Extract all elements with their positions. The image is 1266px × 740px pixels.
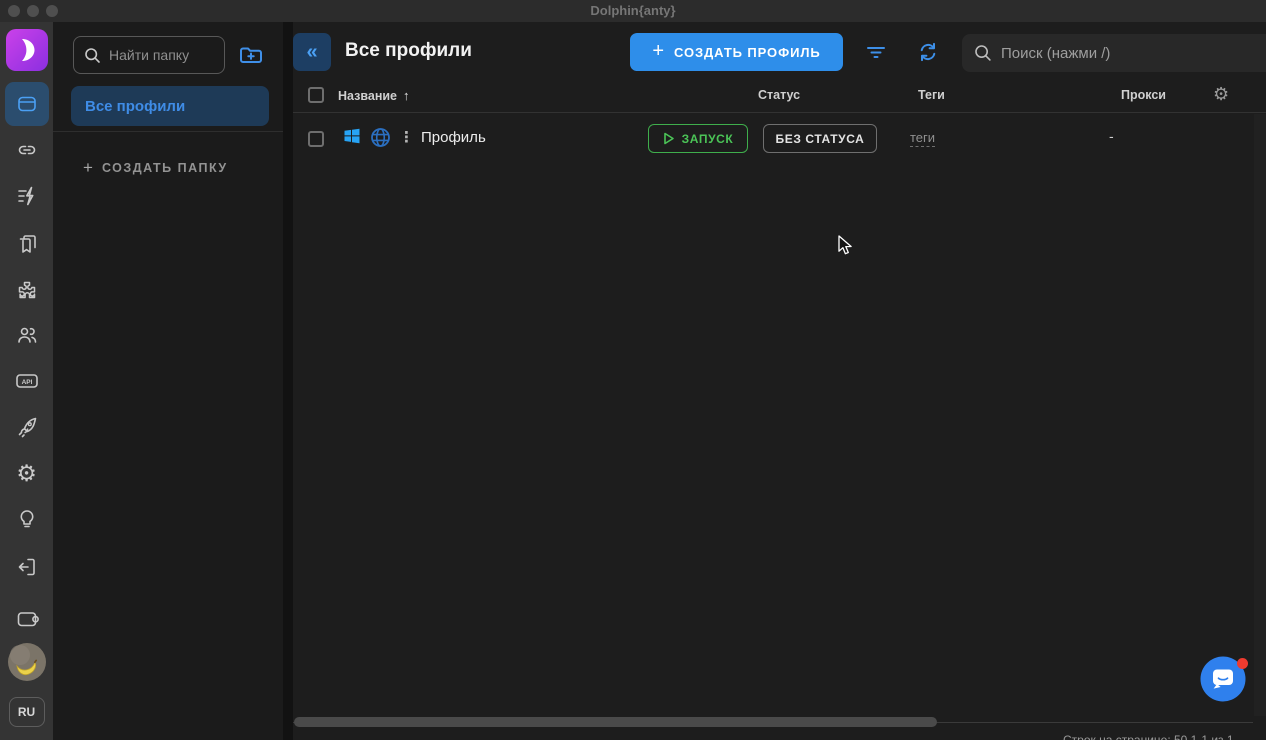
folder-search-input[interactable]: [109, 47, 214, 63]
divider: [53, 131, 283, 132]
sidebar-item-logout[interactable]: [15, 555, 39, 579]
page-title: Все профили: [345, 40, 472, 62]
automation-icon: [15, 184, 39, 208]
create-folder-label: СОЗДАТЬ ПАПКУ: [102, 161, 228, 175]
sidebar-item-profiles[interactable]: [5, 82, 49, 126]
play-icon: [663, 132, 675, 145]
wallet-icon: [15, 607, 39, 631]
profile-status-button[interactable]: БЕЗ СТАТУСА: [763, 124, 877, 153]
add-folder-button[interactable]: [237, 42, 265, 68]
profile-search-input[interactable]: [1001, 45, 1254, 62]
folder-item-all-profiles[interactable]: Все профили: [71, 86, 269, 126]
plus-icon: +: [83, 158, 93, 178]
titlebar: Dolphin{anty}: [0, 0, 1266, 22]
pagination-text: Строк на странице: 50 1-1 из 1: [1063, 733, 1253, 740]
avatar-banana-image: [8, 643, 46, 681]
filter-icon: [864, 40, 888, 64]
table-settings-button[interactable]: ⚙: [1213, 84, 1229, 105]
profile-name: Профиль: [421, 129, 486, 146]
main-panel: « Все профили + СОЗДАТЬ ПРОФИЛЬ: [293, 22, 1266, 740]
row-menu-button[interactable]: ⋮: [399, 129, 414, 147]
lightbulb-icon: [15, 507, 39, 531]
column-header-status[interactable]: Статус: [758, 88, 800, 102]
column-header-name[interactable]: Название↑: [338, 88, 410, 103]
pages-icon: [15, 232, 39, 256]
proxy-value: -: [1109, 128, 1114, 144]
sidebar-item-api[interactable]: API: [14, 369, 40, 393]
folder-plus-icon: [238, 43, 264, 67]
mouse-cursor: [835, 234, 855, 257]
collapse-sidebar-button[interactable]: «: [293, 33, 331, 71]
profile-search[interactable]: [962, 34, 1266, 72]
launch-profile-button[interactable]: ЗАПУСК: [648, 124, 748, 153]
sidebar-item-settings[interactable]: ⚙: [16, 462, 37, 485]
row-checkbox[interactable]: [308, 131, 324, 147]
logout-icon: [15, 555, 39, 579]
horizontal-scrollbar-thumb[interactable]: [294, 717, 937, 727]
table-header: Название↑ Статус Теги Прокси ⚙: [293, 82, 1266, 113]
folder-search[interactable]: [73, 36, 225, 74]
puzzle-icon: [15, 278, 39, 302]
dolphin-glyph: [6, 29, 48, 71]
search-icon: [84, 47, 101, 64]
sidebar-item-proxies[interactable]: [15, 138, 39, 162]
icon-rail: API ⚙: [0, 22, 53, 740]
language-switcher[interactable]: RU: [9, 697, 45, 727]
window-title: Dolphin{anty}: [0, 0, 1266, 22]
plus-icon: +: [652, 40, 665, 63]
vertical-scrollbar-track[interactable]: [1254, 114, 1266, 716]
sidebar-item-team[interactable]: [15, 323, 39, 347]
chevron-double-left-icon: «: [306, 41, 317, 64]
svg-text:API: API: [21, 379, 32, 386]
zoom-window-button[interactable]: [46, 5, 58, 17]
sidebar-item-ideas[interactable]: [15, 507, 39, 531]
language-label: RU: [18, 705, 35, 719]
tags-link[interactable]: теги: [910, 130, 935, 147]
api-icon: API: [14, 369, 40, 393]
users-icon: [15, 323, 39, 347]
minimize-window-button[interactable]: [27, 5, 39, 17]
windows-icon: [343, 127, 361, 145]
filter-button[interactable]: [864, 40, 888, 64]
panel-seam: [283, 22, 293, 740]
chat-bubble-icon: [1198, 654, 1250, 706]
sidebar-item-extensions[interactable]: [15, 278, 39, 302]
refresh-button[interactable]: [916, 40, 940, 64]
column-header-proxy[interactable]: Прокси: [1121, 88, 1166, 102]
sidebar-item-notes[interactable]: [15, 232, 39, 256]
link-icon: [15, 138, 39, 162]
search-icon: [974, 44, 992, 62]
create-profile-button[interactable]: + СОЗДАТЬ ПРОФИЛЬ: [630, 33, 843, 71]
folder-item-label: Все профили: [85, 98, 185, 115]
user-avatar[interactable]: [8, 643, 46, 681]
create-profile-label: СОЗДАТЬ ПРОФИЛЬ: [674, 45, 821, 60]
rocket-icon: [15, 415, 39, 439]
close-window-button[interactable]: [8, 5, 20, 17]
globe-icon: [370, 127, 391, 148]
dolphin-logo-icon[interactable]: [6, 29, 48, 71]
select-all-checkbox[interactable]: [308, 87, 324, 103]
create-folder-button[interactable]: + СОЗДАТЬ ПАПКУ: [83, 156, 228, 180]
sidebar-item-automation[interactable]: [15, 184, 39, 208]
refresh-icon: [916, 40, 940, 64]
sidebar-item-statistics[interactable]: [15, 415, 39, 439]
gear-icon: ⚙: [16, 462, 37, 485]
sort-asc-icon: ↑: [403, 88, 410, 103]
folders-panel: Все профили + СОЗДАТЬ ПАПКУ: [53, 22, 283, 740]
sidebar-item-subscription[interactable]: [15, 607, 39, 631]
table-row[interactable]: ⋮ Профиль ЗАПУСК БЕЗ СТАТУСА теги -: [293, 114, 1266, 164]
support-chat-button[interactable]: [1198, 654, 1250, 706]
column-header-tags[interactable]: Теги: [918, 88, 945, 102]
gear-icon: ⚙: [1213, 84, 1229, 104]
browser-window-icon: [15, 92, 39, 116]
